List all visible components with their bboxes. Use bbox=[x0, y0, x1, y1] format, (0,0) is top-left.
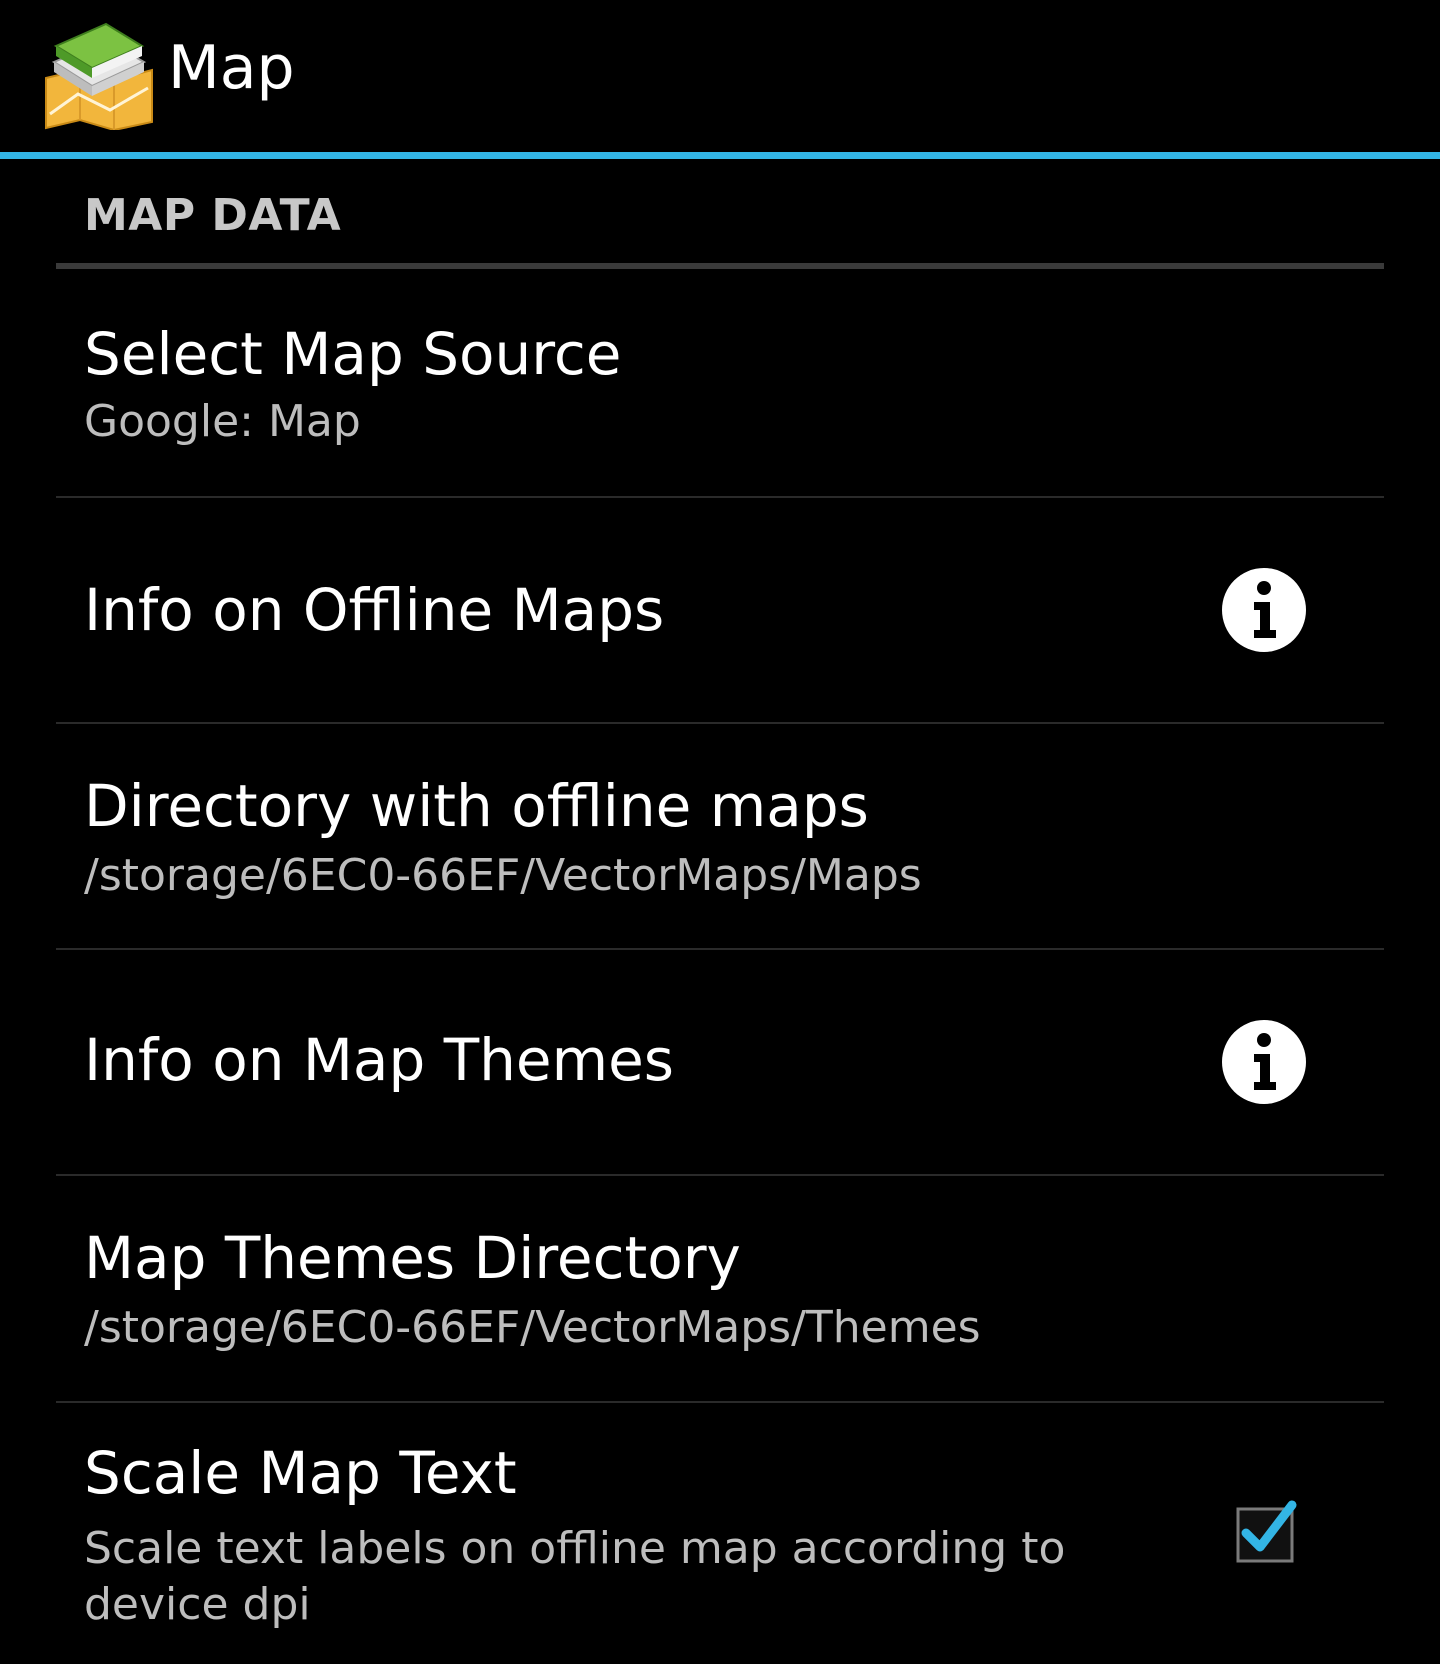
pref-info-offline-maps[interactable]: Info on Offline Maps bbox=[0, 498, 1440, 722]
pref-offline-maps-directory[interactable]: Directory with offline maps /storage/6EC… bbox=[0, 724, 1440, 948]
pref-title: Info on Offline Maps bbox=[84, 576, 665, 644]
pref-select-map-source[interactable]: Select Map Source Google: Map bbox=[0, 270, 1440, 496]
action-bar: Map bbox=[0, 0, 1440, 154]
section-header: MAP DATA bbox=[84, 190, 342, 241]
pref-title: Select Map Source bbox=[84, 320, 622, 388]
pref-title: Scale Map Text bbox=[84, 1439, 517, 1507]
pref-summary: /storage/6EC0-66EF/VectorMaps/Themes bbox=[84, 1302, 981, 1353]
pref-info-map-themes[interactable]: Info on Map Themes bbox=[0, 950, 1440, 1174]
pref-summary: Google: Map bbox=[84, 396, 361, 447]
pref-summary: /storage/6EC0-66EF/VectorMaps/Maps bbox=[84, 850, 922, 901]
pref-summary: Scale text labels on offline map accordi… bbox=[84, 1523, 1066, 1630]
info-icon[interactable] bbox=[1220, 566, 1308, 654]
action-bar-accent-line bbox=[0, 152, 1440, 159]
pref-scale-map-text[interactable]: Scale Map Text Scale text labels on offl… bbox=[0, 1403, 1440, 1664]
section-divider bbox=[56, 263, 1384, 269]
app-title: Map bbox=[168, 33, 295, 103]
pref-title: Map Themes Directory bbox=[84, 1224, 741, 1292]
pref-map-themes-directory[interactable]: Map Themes Directory /storage/6EC0-66EF/… bbox=[0, 1176, 1440, 1402]
pref-title: Info on Map Themes bbox=[84, 1026, 674, 1094]
info-icon[interactable] bbox=[1220, 1018, 1308, 1106]
scale-map-text-checkbox[interactable] bbox=[1234, 1499, 1300, 1565]
pref-title: Directory with offline maps bbox=[84, 772, 869, 840]
map-app-icon[interactable] bbox=[40, 18, 160, 132]
